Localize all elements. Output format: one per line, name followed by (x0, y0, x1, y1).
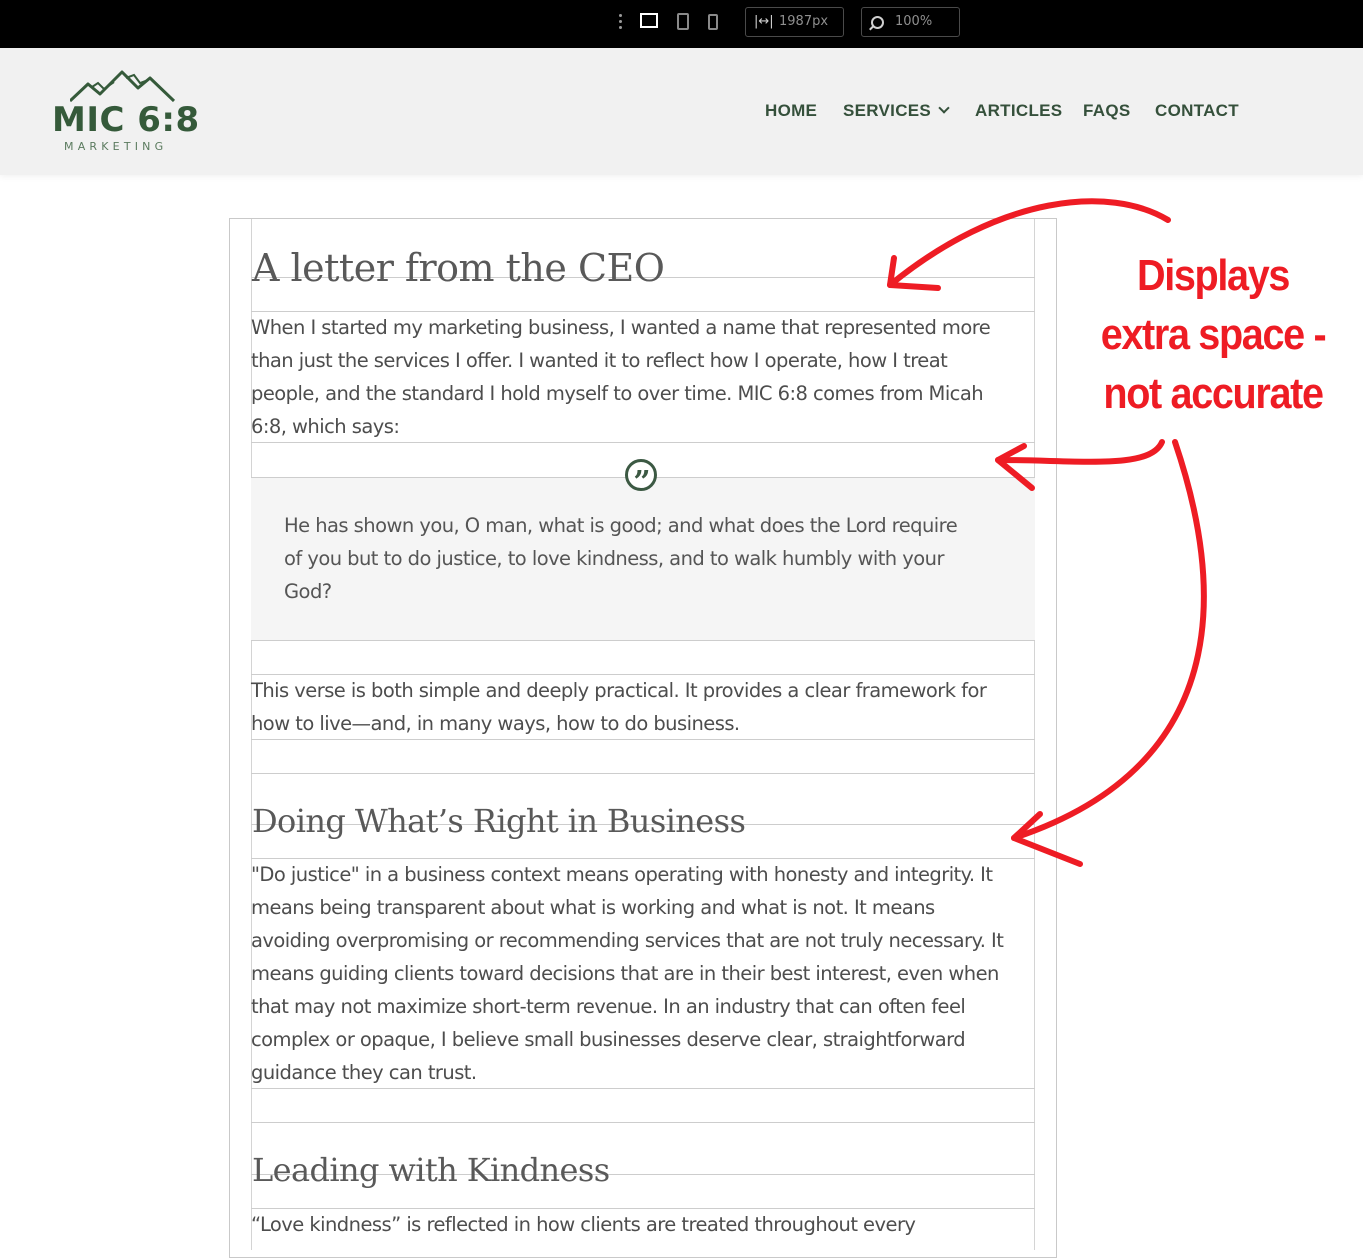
annotation-line: not accurate (1103, 369, 1324, 418)
arrow-head (887, 255, 941, 291)
annotation-line: Displays (1136, 251, 1290, 300)
arrow-line (1011, 439, 1207, 841)
arrow-head (1011, 811, 1083, 867)
annotation-callout: Displays extra space - not accurate (1083, 246, 1344, 423)
annotation-arrows (887, 198, 1207, 867)
annotation-line: extra space - (1100, 310, 1327, 359)
arrow-head (995, 443, 1035, 491)
